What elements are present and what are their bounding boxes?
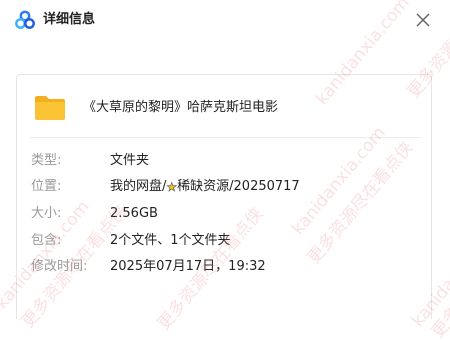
close-icon[interactable] bbox=[412, 9, 434, 31]
location-value: 我的网盘/★稀缺资源/20250717 bbox=[110, 177, 300, 197]
contains-label: 包含: bbox=[31, 233, 62, 248]
dialog-titlebar: 详细信息 bbox=[0, 0, 450, 40]
dialog-title: 详细信息 bbox=[43, 12, 96, 27]
info-row-modified: 修改时间: 2025年07月17日，19:32 bbox=[17, 257, 433, 277]
modified-label: 修改时间: bbox=[31, 259, 88, 274]
star-icon: ★ bbox=[166, 180, 178, 195]
close-button[interactable] bbox=[412, 9, 434, 31]
info-row-size: 大小: 2.56GB bbox=[17, 204, 433, 224]
file-name: 《大草原的黎明》哈萨克斯坦电影 bbox=[83, 100, 279, 115]
contains-value: 2个文件、1个文件夹 bbox=[110, 233, 231, 248]
file-details-dialog: 详细信息 《大草原的黎明》哈萨克斯坦电影 类型: 文件夹 位置: 我的网盘/★稀… bbox=[0, 0, 450, 342]
details-panel: 《大草原的黎明》哈萨克斯坦电影 类型: 文件夹 位置: 我的网盘/★稀缺资源/2… bbox=[16, 74, 432, 319]
type-value: 文件夹 bbox=[110, 153, 150, 168]
info-row-type: 类型: 文件夹 bbox=[17, 151, 433, 171]
baidu-netdisk-logo-icon bbox=[15, 10, 35, 30]
info-row-contains: 包含: 2个文件、1个文件夹 bbox=[17, 231, 433, 251]
location-label: 位置: bbox=[31, 179, 62, 194]
folder-icon bbox=[34, 95, 66, 121]
location-path-suffix[interactable]: 稀缺资源/20250717 bbox=[177, 179, 300, 194]
divider bbox=[29, 137, 421, 138]
modified-value: 2025年07月17日，19:32 bbox=[110, 259, 266, 274]
size-value: 2.56GB bbox=[110, 206, 158, 221]
type-label: 类型: bbox=[31, 153, 62, 168]
location-path-prefix[interactable]: 我的网盘/ bbox=[110, 179, 166, 194]
size-label: 大小: bbox=[31, 206, 62, 221]
info-row-location: 位置: 我的网盘/★稀缺资源/20250717 bbox=[17, 177, 433, 197]
